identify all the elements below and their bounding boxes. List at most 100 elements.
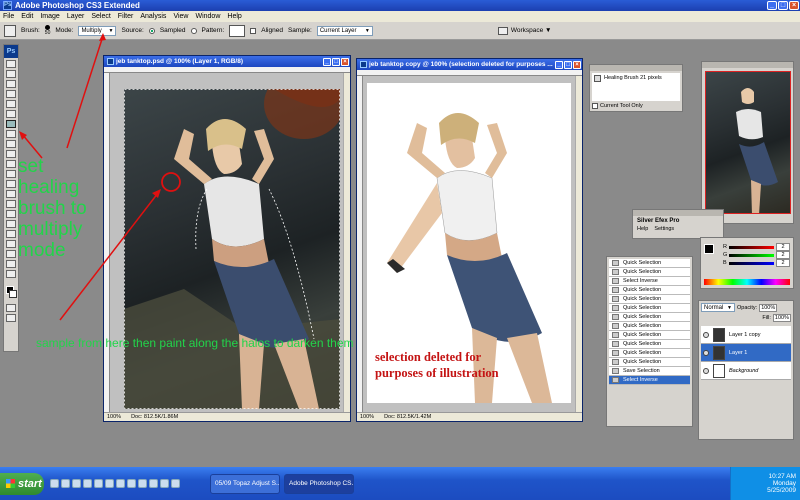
mode-select[interactable]: Multiply ▼ <box>78 25 117 36</box>
healing-brush-tool-icon[interactable] <box>6 120 16 128</box>
minimize-icon[interactable]: _ <box>555 60 563 69</box>
settings-link[interactable]: Settings <box>654 226 674 232</box>
document-2-titlebar[interactable]: jeb tanktop copy @ 100% (selection delet… <box>357 59 582 70</box>
menu-window[interactable]: Window <box>195 13 220 20</box>
gradient-tool-icon[interactable] <box>6 170 16 178</box>
notes-tool-icon[interactable] <box>6 240 16 248</box>
document-window-1[interactable]: jeb tanktop.psd @ 100% (Layer 1, RGB/8) … <box>103 55 351 422</box>
history-item[interactable]: Quick Selection <box>609 331 690 340</box>
pen-tool-icon[interactable] <box>6 200 16 208</box>
zoom-tool-icon[interactable] <box>6 270 16 278</box>
maximize-button[interactable]: □ <box>778 1 788 10</box>
aligned-checkbox[interactable] <box>250 27 257 34</box>
quick-launch-icon[interactable] <box>83 479 92 488</box>
quick-launch-icon[interactable] <box>160 479 169 488</box>
menu-help[interactable]: Help <box>227 13 241 20</box>
history-brush-tool-icon[interactable] <box>6 150 16 158</box>
maximize-icon[interactable]: □ <box>564 60 572 69</box>
quick-launch-icon[interactable] <box>171 479 180 488</box>
menu-edit[interactable]: Edit <box>21 13 33 20</box>
eyedropper-3d-tool-icon[interactable] <box>6 250 16 258</box>
minimize-icon[interactable]: _ <box>323 57 331 66</box>
foreground-color-swatch[interactable] <box>704 244 714 254</box>
quick-launch-icon[interactable] <box>116 479 125 488</box>
layer-row[interactable]: Layer 1 copy <box>701 326 791 344</box>
pattern-radio[interactable] <box>190 27 197 34</box>
document-1-scrollbar[interactable] <box>343 73 350 413</box>
quick-mask-icon[interactable] <box>6 304 16 312</box>
layer-row-selected[interactable]: Layer 1 <box>701 344 791 362</box>
close-icon[interactable]: × <box>341 57 349 66</box>
path-selection-tool-icon[interactable] <box>6 220 16 228</box>
quick-launch-icon[interactable] <box>149 479 158 488</box>
green-value[interactable]: 2 <box>776 251 790 259</box>
eye-icon[interactable] <box>703 367 709 374</box>
healing-brush-tool-icon[interactable] <box>4 24 16 37</box>
taskbar-item-active[interactable]: Adobe Photoshop CS... <box>284 473 354 494</box>
menu-analysis[interactable]: Analysis <box>140 13 166 20</box>
zoom-level[interactable]: 100% <box>107 414 121 420</box>
quick-launch-icon[interactable] <box>138 479 147 488</box>
history-item[interactable]: Quick Selection <box>609 295 690 304</box>
current-tool-only-checkbox[interactable] <box>592 103 598 109</box>
quick-launch-icon[interactable] <box>105 479 114 488</box>
eraser-tool-icon[interactable] <box>6 160 16 168</box>
shape-tool-icon[interactable] <box>6 230 16 238</box>
pattern-picker[interactable] <box>229 24 246 37</box>
quick-launch-icon[interactable] <box>72 479 81 488</box>
history-item[interactable]: Quick Selection <box>609 286 690 295</box>
close-button[interactable]: × <box>789 1 799 10</box>
color-ramp[interactable] <box>704 279 790 285</box>
eyedropper-tool-icon[interactable] <box>6 110 16 118</box>
red-value[interactable]: 2 <box>776 243 790 251</box>
history-item[interactable]: Quick Selection <box>609 304 690 313</box>
history-item[interactable]: Quick Selection <box>609 340 690 349</box>
type-tool-icon[interactable] <box>6 210 16 218</box>
brush-picker[interactable]: 50 <box>45 25 50 36</box>
quick-launch-icon[interactable] <box>50 479 59 488</box>
current-tool-only-row[interactable]: Current Tool Only <box>590 103 682 109</box>
menu-filter[interactable]: Filter <box>118 13 134 20</box>
document-1-canvas[interactable] <box>124 89 340 409</box>
maximize-icon[interactable]: □ <box>332 57 340 66</box>
history-item[interactable]: Quick Selection <box>609 259 690 268</box>
history-item-selected[interactable]: Select Inverse <box>609 376 690 385</box>
history-item[interactable]: Quick Selection <box>609 349 690 358</box>
menu-view[interactable]: View <box>173 13 188 20</box>
history-item[interactable]: Quick Selection <box>609 322 690 331</box>
opacity-value[interactable]: 100% <box>759 303 778 312</box>
layer-row[interactable]: Background <box>701 362 791 380</box>
marquee-tool-icon[interactable] <box>6 70 16 78</box>
quick-launch-icon[interactable] <box>127 479 136 488</box>
move-tool-icon[interactable] <box>6 60 16 68</box>
blue-value[interactable]: 2 <box>776 259 790 267</box>
menu-layer[interactable]: Layer <box>67 13 85 20</box>
menu-file[interactable]: File <box>3 13 14 20</box>
history-item[interactable]: Select Inverse <box>609 277 690 286</box>
hand-tool-icon[interactable] <box>6 260 16 268</box>
screen-mode-icon[interactable] <box>6 314 16 322</box>
clock-time[interactable]: 10:27 AM <box>731 473 796 480</box>
document-2-scrollbar[interactable] <box>575 76 582 412</box>
eye-icon[interactable] <box>703 349 709 356</box>
blend-mode-select[interactable]: Normal ▼ <box>701 303 735 312</box>
background-color[interactable] <box>9 290 17 298</box>
clone-stamp-tool-icon[interactable] <box>6 140 16 148</box>
sampled-radio[interactable] <box>148 27 155 34</box>
document-1-titlebar[interactable]: jeb tanktop.psd @ 100% (Layer 1, RGB/8) … <box>104 56 350 67</box>
navigator-preview[interactable] <box>705 71 791 214</box>
help-link[interactable]: Help <box>637 226 648 232</box>
blur-tool-icon[interactable] <box>6 180 16 188</box>
preset-list[interactable]: Healing Brush 21 pixels <box>592 73 680 101</box>
history-item[interactable]: Quick Selection <box>609 358 690 367</box>
history-item[interactable]: Quick Selection <box>609 313 690 322</box>
start-button[interactable]: start <box>0 472 44 495</box>
lasso-tool-icon[interactable] <box>6 80 16 88</box>
taskbar-item[interactable]: 05/09 Topaz Adjust S... <box>210 473 280 494</box>
fill-value[interactable]: 100% <box>772 314 791 322</box>
history-item[interactable]: Quick Selection <box>609 268 690 277</box>
blue-slider[interactable] <box>728 261 774 265</box>
crop-tool-icon[interactable] <box>6 100 16 108</box>
quick-launch-icon[interactable] <box>94 479 103 488</box>
brush-tool-icon[interactable] <box>6 130 16 138</box>
